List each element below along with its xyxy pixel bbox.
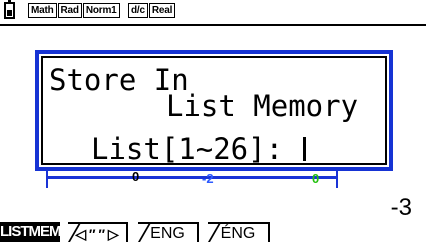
axis-label-1: -2	[202, 171, 214, 186]
axis-label-0: 0	[132, 169, 140, 184]
fkey-digit-separator[interactable]: ◁ ″ ″ ▷	[68, 222, 128, 242]
badge-real: Real	[148, 3, 176, 18]
mode-badges-secondary: d/c Real	[128, 3, 176, 18]
store-list-dialog: Store In List Memory List[1~26]:	[35, 50, 393, 171]
badge-norm: Norm1	[82, 3, 120, 18]
input-prompt: List[1~26]:	[91, 132, 301, 166]
dialog-subtitle: List Memory	[166, 89, 359, 123]
battery-icon	[4, 0, 15, 19]
fkey-listmem[interactable]: LISTMEM	[0, 222, 62, 242]
axis-tick-left	[46, 168, 48, 188]
badge-math: Math	[28, 3, 57, 18]
axis-label-2: 0	[312, 171, 320, 186]
badge-rad: Rad	[57, 3, 82, 18]
function-key-bar: LISTMEM ◁ ″ ″ ▷ ENG ÉNG	[0, 222, 426, 245]
status-bar: Math Rad Norm1 d/c Real	[0, 0, 426, 26]
number-line-axis	[46, 176, 338, 179]
mode-badges: Math Rad Norm1	[28, 3, 120, 18]
badge-dc: d/c	[128, 3, 148, 18]
fkey-eng-inverse[interactable]: ÉNG	[208, 222, 270, 242]
list-number-input[interactable]: List[1~26]:	[91, 134, 306, 164]
axis-tick-right	[336, 168, 338, 188]
text-cursor	[302, 137, 306, 161]
result-readout: -3	[390, 194, 412, 221]
fkey-eng[interactable]: ENG	[138, 222, 199, 242]
calculator-screen: Math Rad Norm1 d/c Real 0 -2 0 -3 Store …	[0, 0, 426, 245]
